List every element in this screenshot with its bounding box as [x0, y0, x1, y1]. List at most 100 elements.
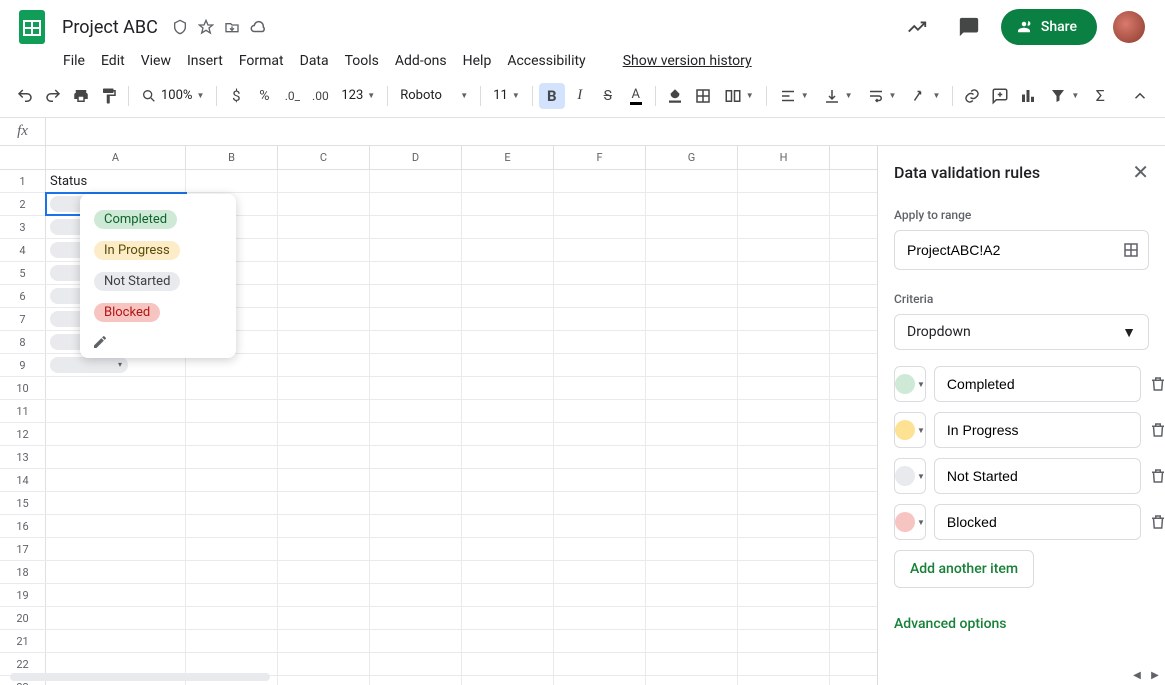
- cell-C5[interactable]: [278, 262, 370, 284]
- cell-H17[interactable]: [738, 538, 830, 560]
- cell-G10[interactable]: [646, 377, 738, 399]
- row-header-17[interactable]: 17: [0, 538, 46, 560]
- cell-B20[interactable]: [186, 607, 278, 629]
- close-panel-button[interactable]: ✕: [1132, 160, 1149, 184]
- shield-icon[interactable]: [170, 17, 190, 37]
- paint-format-button[interactable]: [96, 83, 122, 109]
- criteria-color-picker[interactable]: ▼: [894, 458, 926, 494]
- cell-F12[interactable]: [554, 423, 646, 445]
- select-all-corner[interactable]: [0, 146, 46, 169]
- cell-F14[interactable]: [554, 469, 646, 491]
- criteria-value-input[interactable]: [934, 458, 1141, 494]
- delete-criteria-button[interactable]: [1149, 467, 1165, 485]
- cell-B18[interactable]: [186, 561, 278, 583]
- cell-D5[interactable]: [370, 262, 462, 284]
- link-button[interactable]: [959, 83, 985, 109]
- menu-format[interactable]: Format: [232, 51, 291, 71]
- cell-A14[interactable]: [46, 469, 186, 491]
- menu-add-ons[interactable]: Add-ons: [388, 51, 454, 71]
- delete-criteria-button[interactable]: [1149, 375, 1165, 393]
- dropdown-option[interactable]: Not Started: [80, 266, 236, 297]
- cell-C23[interactable]: [278, 676, 370, 685]
- cell-B11[interactable]: [186, 400, 278, 422]
- menu-insert[interactable]: Insert: [180, 51, 230, 71]
- cell-G7[interactable]: [646, 308, 738, 330]
- cell-B19[interactable]: [186, 584, 278, 606]
- cell-B16[interactable]: [186, 515, 278, 537]
- sheet-prev-button[interactable]: ◀: [1129, 667, 1145, 683]
- halign-dropdown[interactable]: ▼: [773, 83, 815, 109]
- cell-D22[interactable]: [370, 653, 462, 675]
- cell-B17[interactable]: [186, 538, 278, 560]
- cell-B1[interactable]: [186, 170, 278, 192]
- cell-G22[interactable]: [646, 653, 738, 675]
- menu-view[interactable]: View: [134, 51, 178, 71]
- row-header-5[interactable]: 5: [0, 262, 46, 284]
- cell-G21[interactable]: [646, 630, 738, 652]
- cell-F20[interactable]: [554, 607, 646, 629]
- cell-F10[interactable]: [554, 377, 646, 399]
- cell-E2[interactable]: [462, 193, 554, 215]
- menu-file[interactable]: File: [56, 51, 92, 71]
- activity-icon[interactable]: [897, 7, 937, 47]
- cell-E21[interactable]: [462, 630, 554, 652]
- chart-button[interactable]: [1015, 83, 1041, 109]
- cell-C11[interactable]: [278, 400, 370, 422]
- row-header-3[interactable]: 3: [0, 216, 46, 238]
- row-header-12[interactable]: 12: [0, 423, 46, 445]
- cell-F18[interactable]: [554, 561, 646, 583]
- add-item-button[interactable]: Add another item: [894, 550, 1034, 588]
- cell-E18[interactable]: [462, 561, 554, 583]
- cell-H5[interactable]: [738, 262, 830, 284]
- cell-G2[interactable]: [646, 193, 738, 215]
- cell-H21[interactable]: [738, 630, 830, 652]
- cell-F3[interactable]: [554, 216, 646, 238]
- cell-F1[interactable]: [554, 170, 646, 192]
- cell-E6[interactable]: [462, 285, 554, 307]
- cell-E12[interactable]: [462, 423, 554, 445]
- cell-F8[interactable]: [554, 331, 646, 353]
- redo-button[interactable]: [40, 83, 66, 109]
- cell-E5[interactable]: [462, 262, 554, 284]
- cell-D11[interactable]: [370, 400, 462, 422]
- cell-H8[interactable]: [738, 331, 830, 353]
- cell-C3[interactable]: [278, 216, 370, 238]
- cell-E11[interactable]: [462, 400, 554, 422]
- row-header-21[interactable]: 21: [0, 630, 46, 652]
- cell-G6[interactable]: [646, 285, 738, 307]
- cell-B21[interactable]: [186, 630, 278, 652]
- row-header-8[interactable]: 8: [0, 331, 46, 353]
- cell-E22[interactable]: [462, 653, 554, 675]
- dropdown-option[interactable]: Blocked: [80, 297, 236, 328]
- cell-E23[interactable]: [462, 676, 554, 685]
- cell-F4[interactable]: [554, 239, 646, 261]
- cell-E4[interactable]: [462, 239, 554, 261]
- number-format-dropdown[interactable]: 123▼: [335, 83, 381, 109]
- row-header-6[interactable]: 6: [0, 285, 46, 307]
- cell-F22[interactable]: [554, 653, 646, 675]
- delete-criteria-button[interactable]: [1149, 513, 1165, 531]
- cell-C6[interactable]: [278, 285, 370, 307]
- cell-C2[interactable]: [278, 193, 370, 215]
- row-header-22[interactable]: 22: [0, 653, 46, 675]
- menu-tools[interactable]: Tools: [338, 51, 386, 71]
- cell-G17[interactable]: [646, 538, 738, 560]
- cell-H19[interactable]: [738, 584, 830, 606]
- wrap-dropdown[interactable]: ▼: [861, 83, 903, 109]
- comment-button[interactable]: [987, 83, 1013, 109]
- cell-C17[interactable]: [278, 538, 370, 560]
- merge-dropdown[interactable]: ▼: [718, 83, 760, 109]
- dropdown-chip[interactable]: [50, 357, 128, 373]
- cell-F13[interactable]: [554, 446, 646, 468]
- col-header-H[interactable]: H: [738, 146, 830, 169]
- cell-C15[interactable]: [278, 492, 370, 514]
- row-header-1[interactable]: 1: [0, 170, 46, 192]
- cell-G9[interactable]: [646, 354, 738, 376]
- cell-D17[interactable]: [370, 538, 462, 560]
- increase-decimal-button[interactable]: .00: [307, 83, 333, 109]
- cell-F6[interactable]: [554, 285, 646, 307]
- cell-E17[interactable]: [462, 538, 554, 560]
- cell-G23[interactable]: [646, 676, 738, 685]
- cell-H12[interactable]: [738, 423, 830, 445]
- sheet-next-button[interactable]: ▶: [1147, 667, 1163, 683]
